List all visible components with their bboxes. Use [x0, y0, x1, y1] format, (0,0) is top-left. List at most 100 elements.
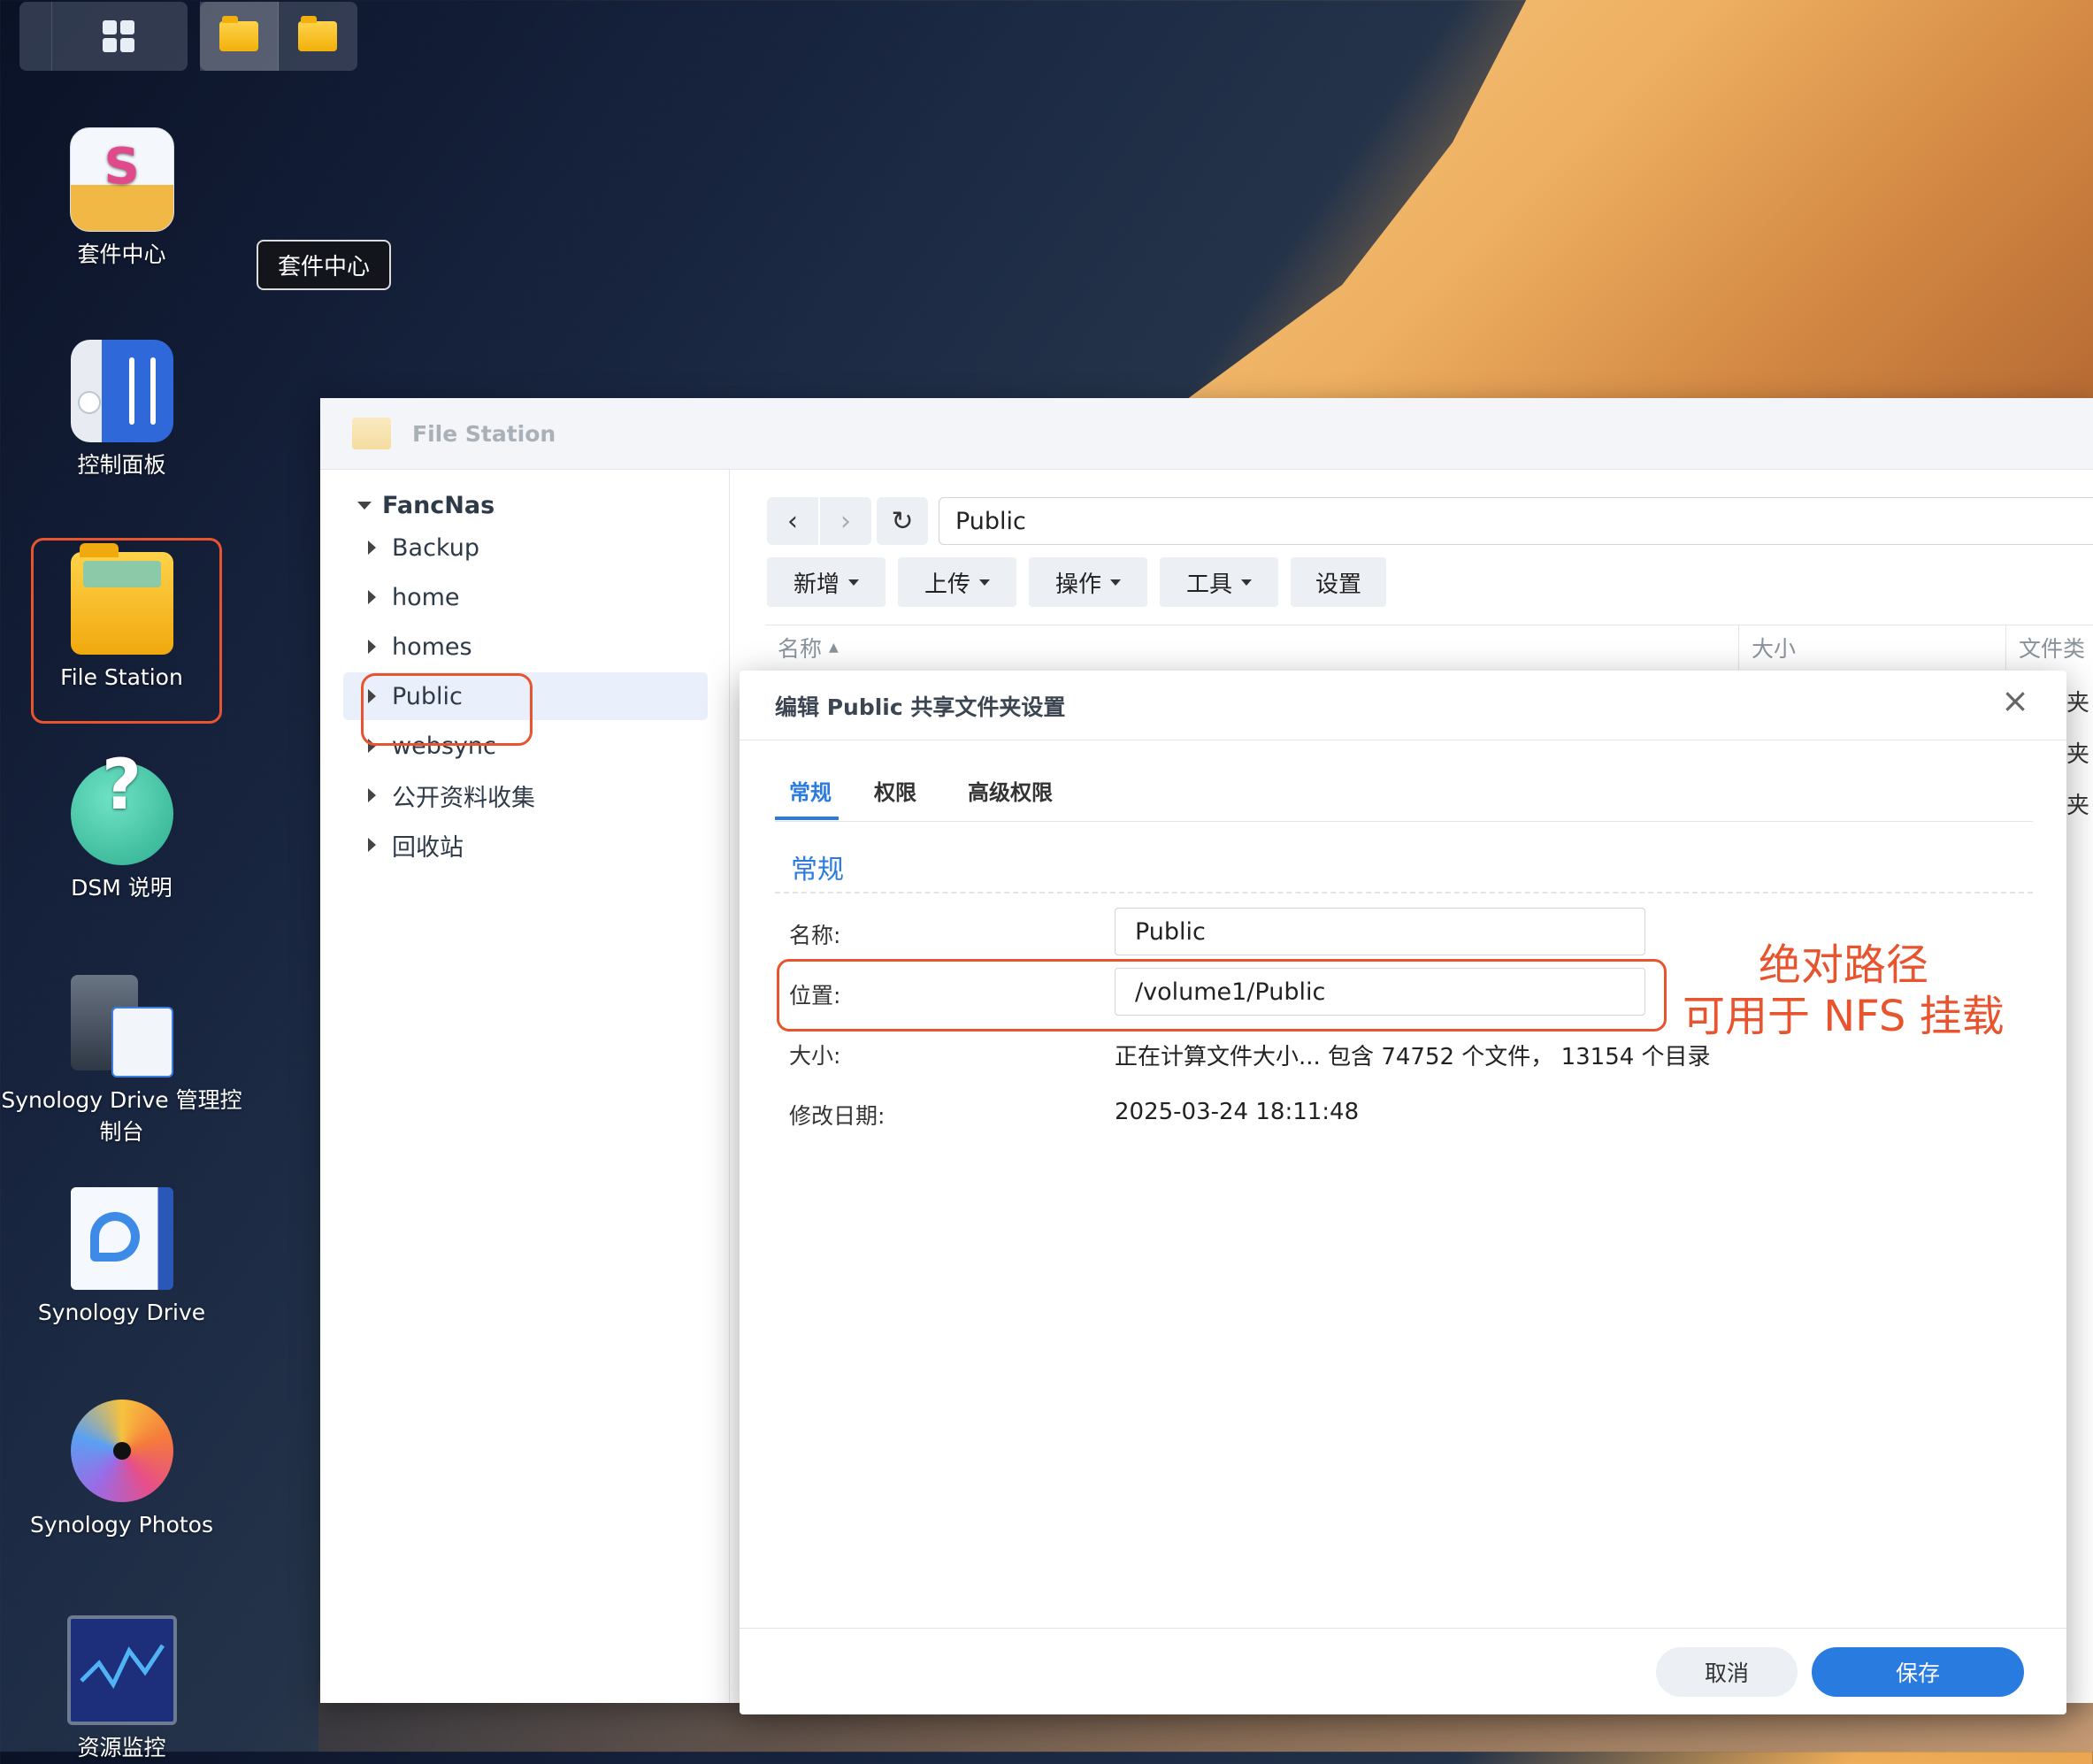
- desktop-dsm-help[interactable]: ? DSM 说明: [0, 751, 243, 904]
- taskbar-file-station[interactable]: [200, 2, 279, 71]
- caret-down-icon: [979, 579, 990, 586]
- wallpaper-desert: [1177, 0, 2093, 407]
- sort-asc-icon: ▲: [829, 640, 839, 655]
- desktop-icon-label: File Station: [60, 664, 183, 690]
- settings-button[interactable]: 设置: [1291, 557, 1386, 607]
- tab-general[interactable]: 常规: [789, 775, 832, 806]
- refresh-button[interactable]: ↻: [877, 497, 928, 545]
- column-size-label: 大小: [1752, 636, 1797, 662]
- tree-item-label: Backup: [392, 533, 479, 562]
- chevron-right-icon: [368, 541, 376, 555]
- tooltip: 套件中心: [257, 240, 392, 290]
- name-label: 名称:: [789, 923, 841, 948]
- desktop-icon-label: Synology Drive: [37, 1300, 206, 1325]
- public-highlight: [361, 673, 533, 746]
- chevron-right-icon: ›: [840, 505, 851, 537]
- chevron-right-icon: [368, 788, 376, 802]
- section-title: 常规: [791, 855, 844, 886]
- annotation-line2: 可用于 NFS 挂载: [1683, 992, 2005, 1041]
- divider: [740, 1628, 2066, 1629]
- taskbar-apps-group: [200, 2, 357, 71]
- tree-item-homes[interactable]: homes: [368, 623, 722, 671]
- desktop-icon-label: Synology Photos: [30, 1512, 213, 1538]
- tree-item-recycle-bin[interactable]: 回收站: [368, 821, 722, 869]
- desktop-synology-drive[interactable]: Synology Drive: [0, 1187, 243, 1329]
- cancel-button[interactable]: 取消: [1656, 1647, 1798, 1697]
- size-label: 大小:: [789, 1043, 841, 1069]
- drive-icon: [70, 1187, 173, 1290]
- chevron-right-icon: [368, 838, 376, 852]
- caret-down-icon: [848, 579, 859, 586]
- desktop-icon-label: 控制面板: [77, 452, 166, 478]
- action-label: 操作: [1054, 571, 1101, 598]
- tree-item-label: 回收站: [392, 833, 464, 862]
- add-button[interactable]: 新增: [767, 557, 886, 607]
- tree-item-home[interactable]: home: [368, 573, 722, 621]
- folder-icon: [219, 16, 258, 51]
- location-label: 位置:: [789, 983, 841, 1009]
- tools-button[interactable]: 工具: [1160, 557, 1278, 607]
- upload-button[interactable]: 上传: [898, 557, 1016, 607]
- desktop-synology-photos[interactable]: Synology Photos: [0, 1400, 243, 1541]
- upload-label: 上传: [924, 571, 970, 598]
- row-type-cell: 夹: [2066, 690, 2090, 717]
- settings-label: 设置: [1315, 571, 1361, 598]
- resource-monitor-icon: [66, 1615, 177, 1725]
- column-type-label: 文件类: [2019, 636, 2086, 662]
- action-button[interactable]: 操作: [1029, 557, 1147, 607]
- package-center-icon: S: [69, 127, 174, 232]
- edit-shared-folder-dialog: 编辑 Public 共享文件夹设置 × 常规 权限 高级权限 常规 名称: Pu…: [740, 671, 2066, 1714]
- back-button[interactable]: ‹: [767, 497, 818, 545]
- save-button[interactable]: 保存: [1812, 1647, 2024, 1697]
- desktop-control-panel[interactable]: 控制面板: [0, 340, 243, 481]
- tools-label: 工具: [1185, 571, 1232, 598]
- active-tab-indicator: [775, 817, 839, 820]
- window-titlebar[interactable]: File Station: [320, 398, 2093, 470]
- desktop-drive-admin[interactable]: Synology Drive 管理控制台: [0, 975, 243, 1148]
- tree-item-public-collection[interactable]: 公开资料收集: [368, 771, 722, 819]
- add-label: 新增: [793, 571, 840, 598]
- taskbar-file-station-2[interactable]: [279, 2, 356, 71]
- chevron-right-icon: [368, 590, 376, 604]
- location-input[interactable]: /volume1/Public: [1115, 968, 1645, 1016]
- photos-icon: [70, 1400, 173, 1502]
- desktop-file-station[interactable]: File Station: [0, 543, 243, 694]
- column-header-size[interactable]: 大小: [1738, 625, 2017, 670]
- column-header-name[interactable]: 名称 ▲: [765, 625, 1751, 670]
- path-bar[interactable]: Public: [939, 497, 2093, 545]
- taskbar-show-desktop[interactable]: [19, 2, 52, 71]
- folder-icon: [298, 16, 337, 51]
- close-icon[interactable]: ×: [2001, 681, 2029, 720]
- name-input[interactable]: Public: [1115, 908, 1645, 955]
- column-header-type[interactable]: 文件类: [2005, 625, 2093, 670]
- desktop-resource-monitor[interactable]: 资源监控: [0, 1615, 243, 1764]
- tab-permissions[interactable]: 权限: [874, 775, 916, 806]
- annotation: 绝对路径 可用于 NFS 挂载: [1683, 940, 2005, 1042]
- window-title: File Station: [412, 420, 556, 447]
- tree-root-fancnas[interactable]: FancNas: [357, 492, 494, 519]
- desktop-icon-label: 套件中心: [77, 242, 166, 267]
- tab-advanced-permissions[interactable]: 高级权限: [968, 775, 1053, 806]
- dialog-tabs: 常规 权限 高级权限: [775, 759, 2033, 822]
- dialog-title: 编辑 Public 共享文件夹设置: [775, 694, 1066, 720]
- row-type-cell: 夹: [2066, 741, 2090, 768]
- chevron-left-icon: ‹: [787, 505, 798, 537]
- folder-icon: [352, 418, 391, 449]
- row-type-cell: 夹: [2066, 793, 2090, 819]
- forward-button[interactable]: ›: [820, 497, 871, 545]
- modified-label: 修改日期:: [789, 1103, 886, 1129]
- drive-admin-icon: [70, 975, 173, 1078]
- caret-down-icon: [1241, 579, 1252, 586]
- chevron-down-icon: [357, 502, 372, 510]
- column-name-label: 名称: [778, 636, 823, 662]
- tree-item-label: 公开资料收集: [392, 784, 535, 812]
- desktop-package-center[interactable]: S 套件中心: [0, 127, 243, 271]
- modified-value: 2025-03-24 18:11:48: [1115, 1099, 1360, 1125]
- control-panel-icon: [70, 340, 173, 442]
- main-menu-button[interactable]: [52, 2, 185, 71]
- refresh-icon: ↻: [891, 505, 914, 537]
- file-station-icon: [70, 543, 173, 655]
- tree-item-backup[interactable]: Backup: [368, 524, 722, 571]
- chevron-right-icon: [368, 640, 376, 654]
- tree-root-label: FancNas: [382, 492, 495, 519]
